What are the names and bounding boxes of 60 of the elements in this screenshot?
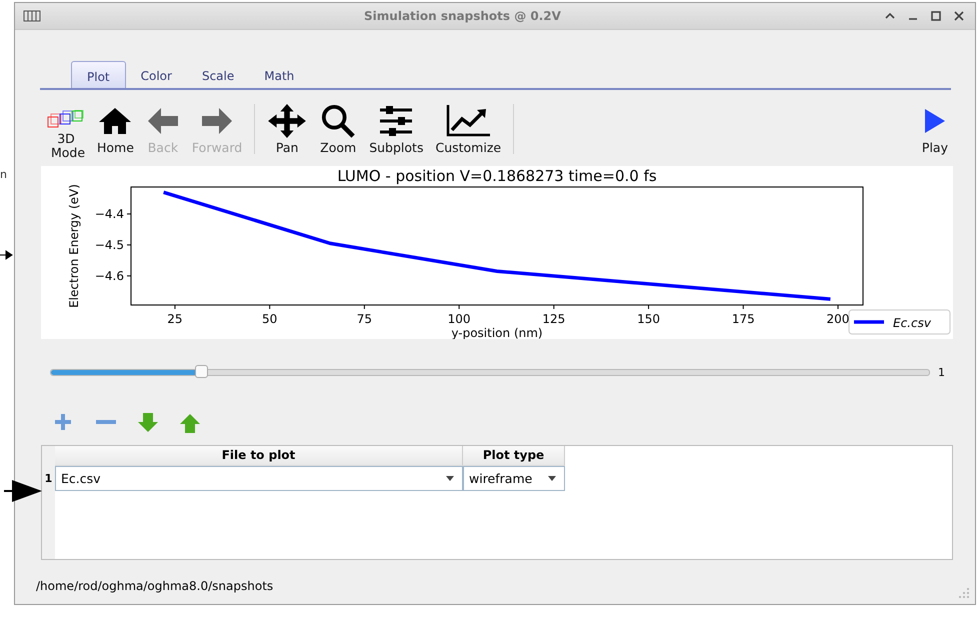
- x-tick-label: 200: [826, 312, 850, 326]
- x-tick-label: 150: [637, 312, 660, 326]
- dropdown[interactable]: Ec.csv: [55, 466, 463, 491]
- x-tick: 175: [732, 304, 755, 326]
- legend-label: Ec.csv: [893, 316, 932, 330]
- window-title: Simulation snapshots @ 0.2V: [363, 9, 562, 23]
- search-icon: [319, 104, 358, 138]
- y-axis-label: Electron Energy (eV): [67, 184, 81, 308]
- dropdown[interactable]: wireframe: [463, 466, 565, 491]
- arrow-up-icon[interactable]: [179, 412, 201, 434]
- caret-icon: [446, 476, 454, 481]
- tab[interactable]: Scale: [186, 63, 250, 88]
- x-tick: 50: [262, 304, 278, 326]
- x-tick-label: 125: [542, 312, 566, 326]
- x-tick: 125: [542, 304, 566, 326]
- toolbar-button[interactable]: 3D Mode: [44, 104, 88, 160]
- y-tick-label: −4.5: [94, 238, 124, 252]
- column-header[interactable]: Plot type: [463, 446, 565, 466]
- x-tick: 75: [356, 304, 372, 326]
- move-arrows-icon: [267, 104, 308, 138]
- play-button[interactable]: Play: [918, 104, 951, 160]
- x-tick: 25: [167, 304, 183, 326]
- y-tick: −4.6: [94, 268, 132, 283]
- app-icon: [23, 10, 41, 22]
- slider-value: 1: [938, 366, 945, 379]
- toolbar-button[interactable]: Subplots: [366, 104, 426, 160]
- x-tick-label: 75: [356, 312, 372, 326]
- x-tick-label: 25: [167, 312, 183, 326]
- x-tick: 100: [448, 304, 471, 326]
- y-tick: −4.5: [94, 238, 132, 252]
- y-tick: −4.4: [94, 206, 132, 221]
- column-header[interactable]: File to plot: [55, 446, 463, 466]
- toolbar-button[interactable]: Customize: [432, 104, 504, 160]
- tab[interactable]: Math: [249, 63, 310, 88]
- caret-icon: [548, 476, 556, 481]
- y-tick-label: −4.4: [94, 206, 124, 221]
- close-icon[interactable]: [953, 10, 965, 22]
- tab[interactable]: Color: [126, 63, 187, 88]
- x-tick: 200: [826, 304, 850, 326]
- x-tick: 150: [637, 304, 660, 326]
- toolbar-button[interactable]: Home: [94, 104, 137, 160]
- x-tick-label: 50: [262, 312, 278, 326]
- slider-thumb[interactable]: [195, 365, 208, 378]
- status-text: /home/rod/oghma/oghma8.0/snapshots: [36, 579, 274, 595]
- legend: Ec.csv: [848, 310, 950, 334]
- resize-grip-icon: [959, 588, 969, 598]
- cubes-icon: [47, 110, 85, 130]
- y-tick-label: −4.6: [94, 268, 124, 283]
- x-tick-label: 175: [732, 312, 755, 326]
- maximize-icon[interactable]: [930, 10, 942, 22]
- toolbar-button[interactable]: Zoom: [316, 104, 360, 160]
- line-chart-icon: [446, 104, 490, 138]
- toolbar-button[interactable]: Pan: [264, 104, 310, 160]
- x-tick-label: 100: [448, 312, 471, 326]
- arrow-drawing: [0, 250, 14, 260]
- arrow-down-icon[interactable]: [137, 412, 159, 434]
- sliders-icon: [378, 104, 414, 138]
- background-text: n: [0, 168, 7, 181]
- tab[interactable]: Plot: [71, 61, 126, 88]
- chart-title: LUMO - position V=0.1868273 time=0.0 fs: [337, 167, 657, 185]
